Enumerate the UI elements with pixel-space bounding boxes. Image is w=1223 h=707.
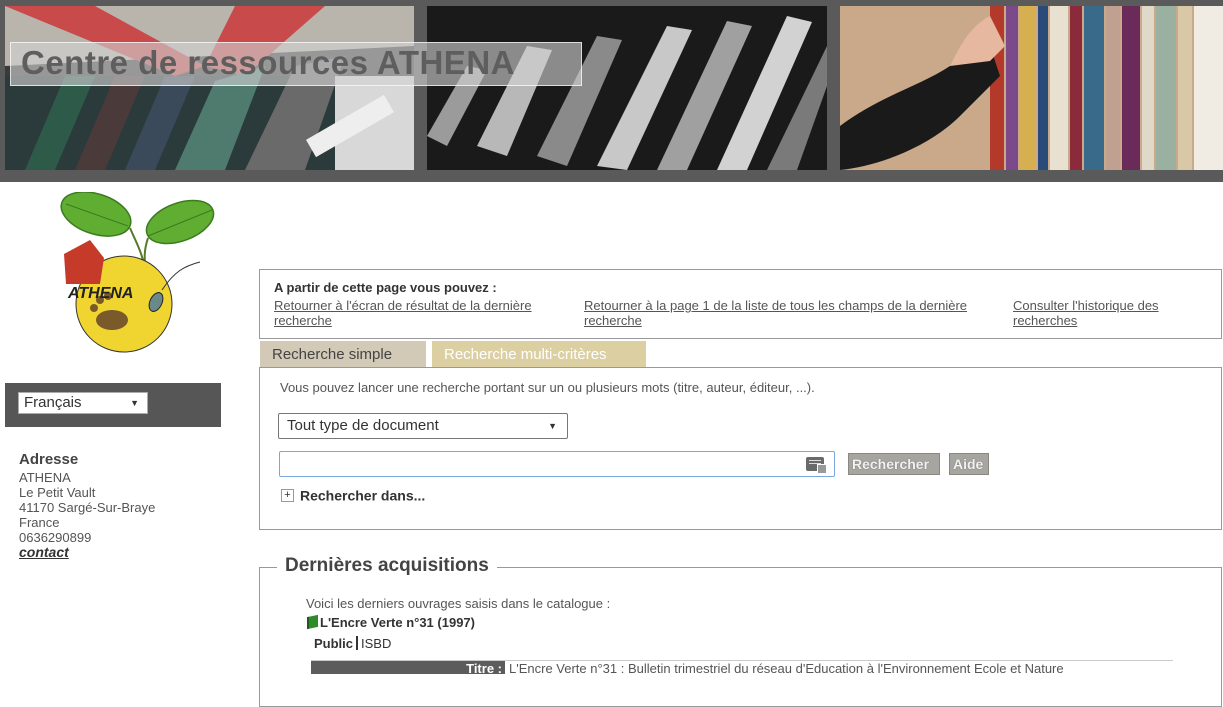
dropdown-arrow-icon: ▼ (548, 421, 557, 431)
tab-separator (356, 636, 359, 650)
address-line: 41170 Sargé-Sur-Braye (19, 500, 156, 515)
navigation-intro: A partir de cette page vous pouvez : (274, 280, 497, 295)
search-button[interactable]: Rechercher (848, 453, 940, 475)
tab-isbd[interactable]: ISBD (361, 636, 391, 651)
address-line: Le Petit Vault (19, 485, 96, 500)
refine-search-label: Rechercher dans... (300, 487, 426, 504)
virtual-keyboard-icon[interactable] (806, 457, 827, 474)
record-view-tabs: Public ISBD (314, 636, 391, 651)
address-heading: Adresse (19, 451, 79, 468)
acquisitions-panel (259, 567, 1222, 707)
acquisitions-intro: Voici les derniers ouvrages saisis dans … (306, 596, 611, 611)
acquisitions-title: Dernières acquisitions (277, 555, 497, 577)
tab-public[interactable]: Public (314, 636, 353, 651)
tab-multi-criteria-search[interactable]: Recherche multi-critères (432, 341, 646, 368)
search-input[interactable] (279, 451, 835, 477)
acquisition-item[interactable]: L'Encre Verte n°31 (1997) (307, 614, 475, 630)
language-bar: Français ▼ (5, 383, 221, 427)
search-history-link[interactable]: Consulter l'historique des recherches (1013, 298, 1203, 328)
record-field-value: L'Encre Verte n°31 : Bulletin trimestrie… (509, 661, 1064, 674)
address-line: ATHENA (19, 470, 71, 485)
language-selected: Français (24, 394, 82, 411)
navigation-box: A partir de cette page vous pouvez : Ret… (259, 269, 1222, 339)
document-type-selected: Tout type de document (287, 417, 439, 434)
search-hint: Vous pouvez lancer une recherche portant… (280, 380, 815, 395)
address-line: France (19, 515, 60, 530)
expand-plus-icon: + (281, 488, 294, 502)
record-label-cell: Titre : (311, 661, 505, 674)
tab-simple-search[interactable]: Recherche simple (260, 341, 426, 368)
site-title-box: Centre de ressources ATHENA (10, 42, 582, 86)
back-to-last-results-link[interactable]: Retourner à l'écran de résultat de la de… (274, 298, 579, 328)
back-to-page-one-link[interactable]: Retourner à la page 1 de la liste de tou… (584, 298, 984, 328)
refine-search-toggle[interactable]: + Rechercher dans... (281, 486, 425, 503)
athena-logo[interactable]: ATHENA (44, 191, 216, 360)
document-type-select[interactable]: Tout type de document ▼ (278, 413, 568, 439)
site-title: Centre de ressources ATHENA (21, 44, 515, 81)
record-field-label: Titre : (466, 661, 502, 674)
contact-link[interactable]: contact (19, 544, 69, 560)
record-field-row: Titre : L'Encre Verte n°31 : Bulletin tr… (311, 660, 1173, 674)
language-select[interactable]: Français ▼ (18, 392, 148, 414)
acquisition-item-title: L'Encre Verte n°31 (1997) (320, 615, 475, 630)
help-button[interactable]: Aide (949, 453, 989, 475)
header-banner: Centre de ressources ATHENA (0, 0, 1223, 182)
book-icon (307, 614, 318, 630)
address-phone: 0636290899 (19, 530, 92, 545)
search-panel: Vous pouvez lancer une recherche portant… (259, 367, 1222, 530)
address-block: Adresse ATHENA Le Petit Vault 41170 Sarg… (19, 452, 155, 560)
banner-photo-files (5, 6, 414, 170)
dropdown-arrow-icon: ▼ (130, 398, 139, 408)
banner-photo-bookshelf (840, 6, 1223, 170)
banner-photo-records (427, 6, 827, 170)
logo-text: ATHENA (67, 285, 133, 302)
